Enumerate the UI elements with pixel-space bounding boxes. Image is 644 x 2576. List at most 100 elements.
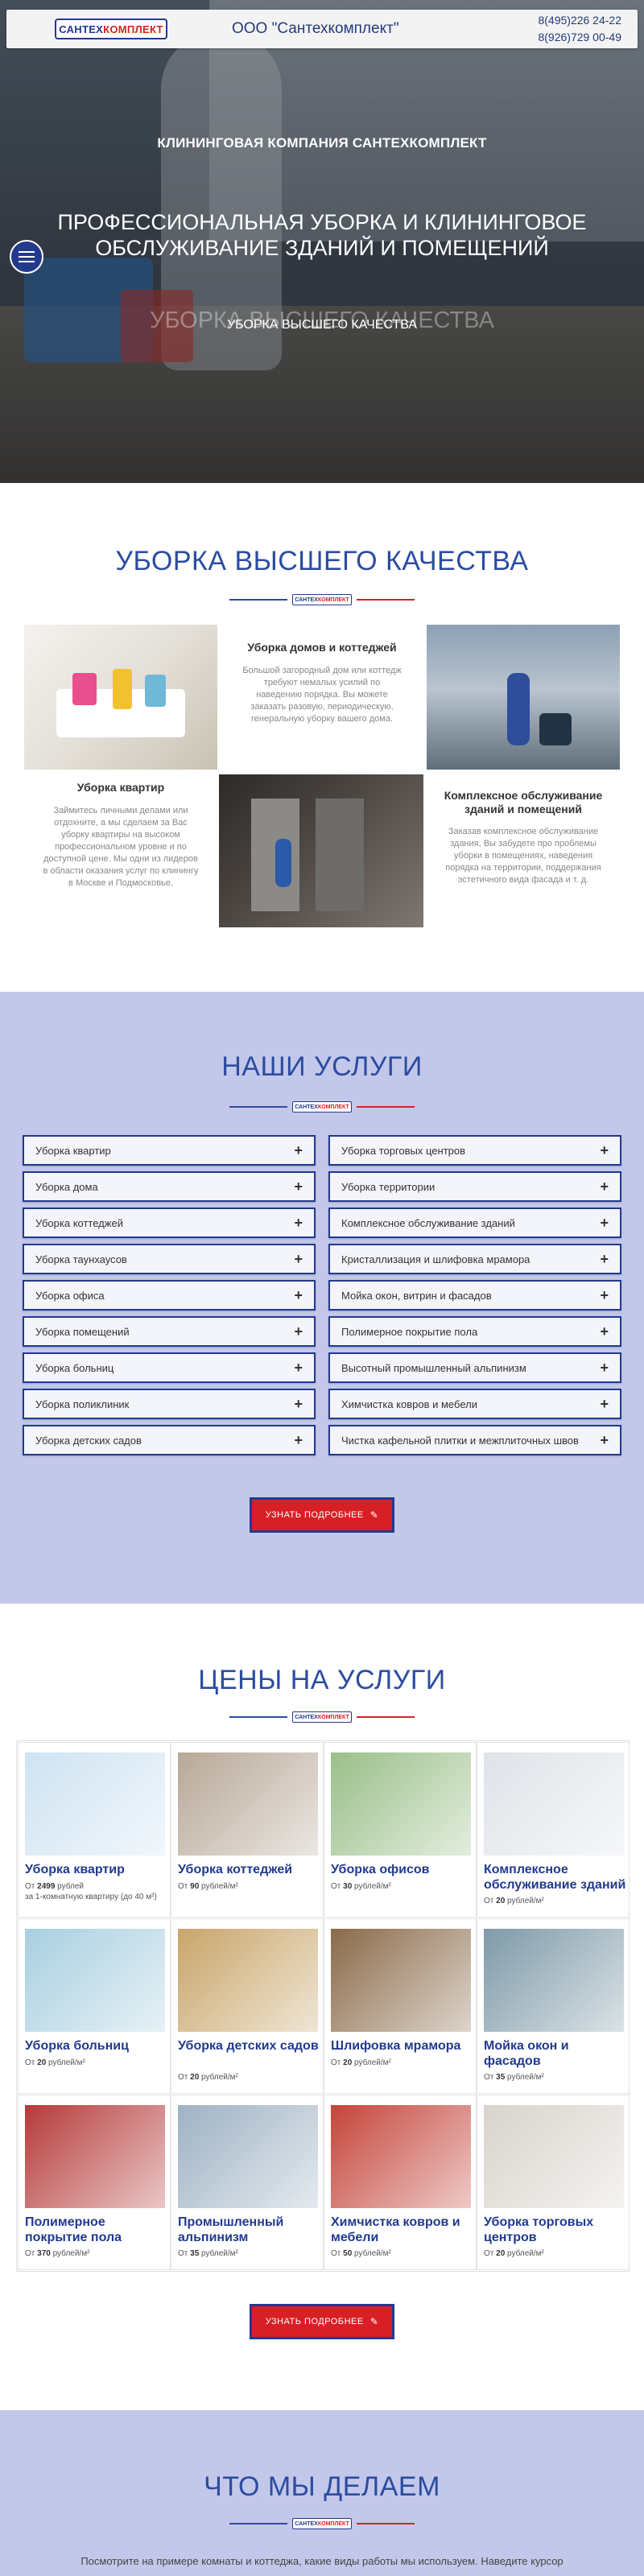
plus-icon: + <box>600 1395 609 1412</box>
plus-icon: + <box>294 1323 303 1340</box>
price-card-title: Уборка квартир <box>25 1863 125 1876</box>
price-card[interactable]: Уборка квартир От 2499 рублей за 1-комнатн… <box>18 1742 171 1918</box>
hamburger-icon <box>19 251 35 262</box>
quality-title: УБОРКА ВЫСШЕГО КАЧЕСТВА <box>115 546 529 576</box>
plus-icon: + <box>294 1250 303 1267</box>
price-card[interactable]: Уборка офисов От 30 рублей/м² <box>324 1742 477 1918</box>
prices-details-button[interactable]: УЗНАТЬ ПОДРОБНЕЕ ✎ <box>250 2304 394 2339</box>
price-card[interactable]: Полимерное покрытие пола От 370 рублей/м² <box>18 2095 171 2270</box>
price-card-value: От 35 рублей/м² <box>178 2249 238 2258</box>
service-item[interactable]: Высотный промышленный альпинизм + <box>328 1352 621 1383</box>
service-item[interactable]: Уборка торговых центров + <box>328 1135 621 1166</box>
price-card[interactable]: Уборка торговых центров От 20 рублей/м² <box>477 2095 630 2270</box>
what-we-do-text: Посмотрите на примере комнаты и коттеджа… <box>80 2555 564 2567</box>
service-item[interactable]: Уборка детских садов + <box>23 1425 316 1455</box>
price-card-value: От 20 рублей/м² <box>331 2058 391 2067</box>
services-title: НАШИ УСЛУГИ <box>221 1051 423 1082</box>
service-item-label: Уборка поликлиник <box>35 1397 130 1410</box>
price-card[interactable]: Мойка окон и фасадов От 35 рублей/м² <box>477 1918 630 2094</box>
section-divider: САНТЕХ КОМПЛЕКТ <box>229 1101 415 1113</box>
phone-link-1[interactable]: 8(495)226 24-22 <box>538 12 621 29</box>
price-card[interactable]: Уборка больниц От 20 рублей/м² <box>18 1918 171 2094</box>
service-item[interactable]: Уборка территории + <box>328 1171 621 1202</box>
price-card-title: Уборка офисов <box>331 1863 430 1876</box>
service-item-label: Уборка помещений <box>35 1325 130 1338</box>
service-item[interactable]: Полимерное покрытие пола + <box>328 1316 621 1347</box>
pencil-icon: ✎ <box>369 1509 379 1521</box>
price-card-title: Уборка торговых центров <box>484 2215 594 2244</box>
menu-button[interactable] <box>10 240 43 274</box>
plus-icon: + <box>600 1214 609 1231</box>
section-divider: САНТЕХ КОМПЛЕКТ <box>229 594 415 605</box>
price-card-value: От 30 рублей/м² <box>331 1882 391 1891</box>
price-card-title: Уборка больниц <box>25 2039 129 2053</box>
quality-card-text-1: Большой загородный дом или коттедж требу… <box>242 666 402 724</box>
price-card-image <box>25 2105 165 2208</box>
service-item[interactable]: Уборка дома + <box>23 1171 316 1202</box>
price-card-image <box>25 1929 165 2032</box>
price-card-value: От 90 рублей/м² <box>178 1882 238 1891</box>
logo-part-right: КОМПЛЕКТ <box>103 23 163 35</box>
service-item[interactable]: Уборка больниц + <box>23 1352 316 1383</box>
price-card-title: Уборка детских садов <box>178 2039 319 2053</box>
service-item[interactable]: Чистка кафельной плитки и межплиточных ш… <box>328 1425 621 1455</box>
service-item[interactable]: Кристаллизация и шлифовка мрамора + <box>328 1244 621 1274</box>
price-card-image <box>331 1929 471 2032</box>
price-card-image <box>178 2105 318 2208</box>
quality-image-kitchen <box>24 625 217 770</box>
quality-image-office <box>427 625 620 770</box>
plus-icon: + <box>294 1141 303 1158</box>
what-we-do-section: ЧТО МЫ ДЕЛАЕМ САНТЕХ КОМПЛЕКТ Посмотрите … <box>0 2410 644 2576</box>
price-card-title: Химчистка ковров и мебели <box>331 2215 460 2244</box>
service-item[interactable]: Химчистка ковров и мебели + <box>328 1389 621 1419</box>
price-card[interactable]: Уборка детских садов От 20 рублей/м² <box>171 1918 324 2094</box>
plus-icon: + <box>294 1286 303 1303</box>
price-card-title: Мойка окон и фасадов <box>484 2039 569 2068</box>
price-card-value: От 20 рублей/м² <box>484 1897 544 1905</box>
hero-subtitle: УБОРКА ВЫСШЕГО КАЧЕСТВА <box>226 318 418 332</box>
price-card-title: Шлифовка мрамора <box>331 2039 461 2053</box>
services-section: НАШИ УСЛУГИ САНТЕХ КОМПЛЕКТ Уборка кварти… <box>0 992 644 1604</box>
plus-icon: + <box>600 1141 609 1158</box>
price-card-value: От 50 рублей/м² <box>331 2249 391 2258</box>
price-card-value: От 370 рублей/м² <box>25 2249 90 2258</box>
plus-icon: + <box>600 1178 609 1195</box>
plus-icon: + <box>294 1359 303 1376</box>
price-card-image <box>484 1929 624 2032</box>
divider-logo: САНТЕХ КОМПЛЕКТ <box>292 2518 352 2529</box>
plus-icon: + <box>600 1359 609 1376</box>
quality-card-text-3: Заказав комплексное обслуживание здания,… <box>445 827 601 885</box>
price-card[interactable]: Химчистка ковров и мебели От 50 рублей/м² <box>324 2095 477 2270</box>
service-item-label: Уборка таунхаусов <box>35 1253 127 1265</box>
price-card[interactable]: Промышленный альпинизм От 35 рублей/м² <box>171 2095 324 2270</box>
price-card-title: Уборка коттеджей <box>178 1863 293 1876</box>
service-item[interactable]: Уборка помещений + <box>23 1316 316 1347</box>
price-card[interactable]: Шлифовка мрамора От 20 рублей/м² <box>324 1918 477 2094</box>
button-label: УЗНАТЬ ПОДРОБНЕЕ <box>265 2317 364 2326</box>
service-item-label: Уборка дома <box>35 1180 98 1193</box>
logo[interactable]: САНТЕХ КОМПЛЕКТ <box>55 19 167 39</box>
hero-kicker: КЛИНИНГОВАЯ КОМПАНИЯ САНТЕХКОМПЛЕКТ <box>157 135 487 151</box>
price-card[interactable]: Уборка коттеджей От 90 рублей/м² <box>171 1742 324 1918</box>
divider-logo: САНТЕХ КОМПЛЕКТ <box>292 1711 352 1723</box>
service-item[interactable]: Мойка окон, витрин и фасадов + <box>328 1280 621 1311</box>
service-item[interactable]: Уборка поликлиник + <box>23 1389 316 1419</box>
price-card[interactable]: Комплексное обслуживание зданий От 20 руб… <box>477 1742 630 1918</box>
service-item-label: Уборка больниц <box>35 1361 114 1374</box>
service-item[interactable]: Уборка офиса + <box>23 1280 316 1311</box>
service-item-label: Уборка офиса <box>35 1289 105 1302</box>
service-item[interactable]: Уборка коттеджей + <box>23 1208 316 1238</box>
service-item-label: Уборка детских садов <box>35 1434 142 1447</box>
plus-icon: + <box>600 1323 609 1340</box>
price-card-value: От 20 рублей/м² <box>484 2249 544 2258</box>
price-card-value: От 20 рублей/м² <box>25 2058 85 2067</box>
service-item[interactable]: Комплексное обслуживание зданий + <box>328 1208 621 1238</box>
services-details-button[interactable]: УЗНАТЬ ПОДРОБНЕЕ ✎ <box>250 1497 394 1533</box>
service-item-label: Мойка окон, витрин и фасадов <box>341 1289 492 1302</box>
service-item[interactable]: Уборка квартир + <box>23 1135 316 1166</box>
phone-link-2[interactable]: 8(926)729 00-49 <box>538 29 621 46</box>
button-label: УЗНАТЬ ПОДРОБНЕЕ <box>265 1510 364 1520</box>
logo-part-left: САНТЕХ <box>59 23 104 35</box>
service-item[interactable]: Уборка таунхаусов + <box>23 1244 316 1274</box>
divider-logo: САНТЕХ КОМПЛЕКТ <box>292 1101 352 1113</box>
